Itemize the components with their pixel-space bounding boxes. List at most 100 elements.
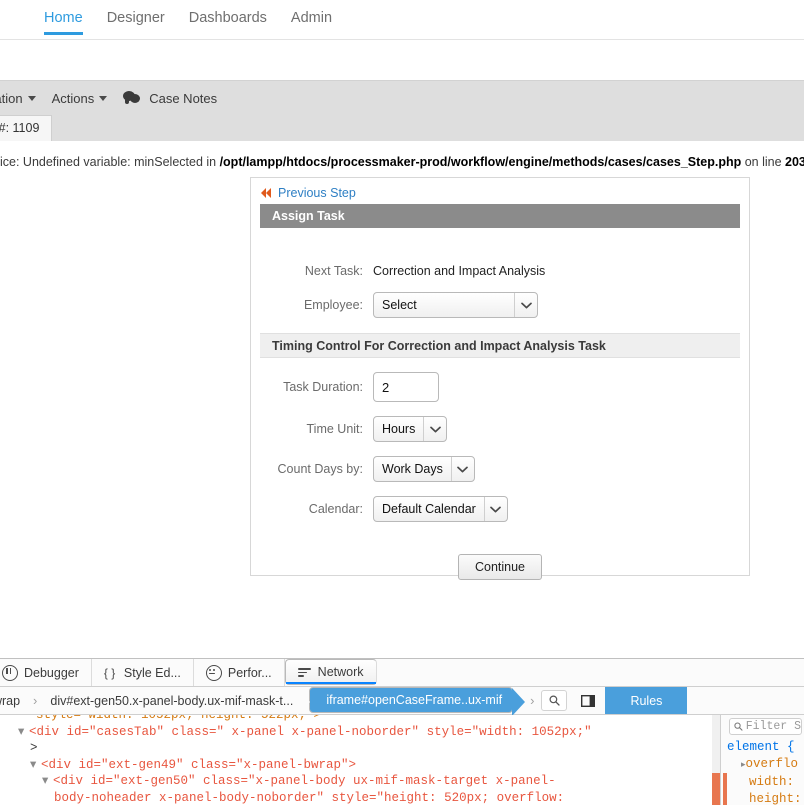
twisty-icon[interactable]: ▾	[30, 757, 41, 774]
rules-declaration[interactable]: width:	[727, 774, 804, 791]
devtools-rules-tab[interactable]: Rules	[605, 687, 687, 714]
case-notes-label: Case Notes	[149, 91, 217, 106]
chevron-down-icon	[484, 497, 507, 521]
assign-task-panel: Previous Step Assign Task Next Task: Cor…	[250, 177, 750, 576]
devtools-split-panel-toggle[interactable]	[575, 690, 601, 711]
markup-line: body-noheader x-panel-body-noborder" sty…	[6, 790, 720, 805]
chevron-down-icon	[28, 96, 36, 101]
markup-line: ▾<div id="ext-gen50" class="x-panel-body…	[6, 773, 720, 790]
continue-button[interactable]: Continue	[458, 554, 542, 580]
markup-line-text: body-noheader x-panel-body-noborder" sty…	[54, 791, 564, 805]
markup-line: ▾<div id="ext-gen49" class="x-panel-bwra…	[6, 757, 720, 774]
devtools-panel: Debugger { } Style Ed... Perfor... Netwo…	[0, 658, 804, 804]
chevron-down-icon	[423, 417, 446, 441]
rules-filter-placeholder: Filter S	[746, 720, 801, 733]
calendar-label: Calendar:	[263, 502, 373, 516]
devtools-tab-style-editor[interactable]: { } Style Ed...	[92, 659, 194, 686]
breadcrumb-separator-icon: ›	[30, 687, 40, 714]
markup-line-text: >	[30, 741, 38, 755]
nav-item-home[interactable]: Home	[32, 0, 95, 35]
devtools-tab-debugger[interactable]: Debugger	[0, 659, 92, 686]
calendar-row: Calendar: Default Calendar	[251, 496, 749, 522]
count-days-label: Count Days by:	[263, 462, 373, 476]
markup-line-text: <div id="ext-gen49" class="x-panel-bwrap…	[41, 758, 356, 772]
pause-icon	[2, 665, 18, 681]
rules-property-height: height:	[749, 792, 802, 805]
case-tab[interactable]: ase #: 1109	[0, 115, 52, 141]
count-days-select-value: Work Days	[374, 462, 451, 476]
assign-task-header: Assign Task	[260, 204, 740, 228]
chevron-down-icon	[514, 293, 537, 317]
breadcrumb-item-bwrap[interactable]: bwrap	[0, 687, 30, 714]
markup-line: style="width: 1052px; height: 522px;">	[6, 715, 720, 724]
markup-line-text: style="width: 1052px; height: 522px;">	[36, 715, 321, 722]
search-icon	[549, 695, 560, 706]
calendar-select-value: Default Calendar	[374, 502, 484, 516]
devtools-search-button[interactable]	[541, 690, 567, 711]
employee-select[interactable]: Select	[373, 292, 538, 318]
previous-step-link[interactable]: Previous Step	[251, 178, 749, 204]
notice-prefix: ice: Undefined variable: minSelected in	[0, 155, 220, 169]
nav-item-admin-label: Admin	[291, 10, 332, 26]
employee-select-value: Select	[374, 298, 514, 312]
devtools-tab-network-label: Network	[318, 665, 364, 679]
actions-menu[interactable]: Actions	[52, 91, 108, 106]
devtools-tab-debugger-label: Debugger	[24, 666, 79, 680]
case-tab-strip: ase #: 1109	[0, 115, 804, 141]
rules-declaration[interactable]: ▸overflo	[727, 756, 804, 774]
next-task-value: Correction and Impact Analysis	[373, 264, 545, 278]
calendar-select[interactable]: Default Calendar	[373, 496, 508, 522]
panel-toggle-icon	[581, 695, 595, 707]
twisty-icon[interactable]: ▾	[42, 773, 53, 790]
markup-line: >	[6, 740, 720, 757]
markup-line-text: <div id="ext-gen50" class="x-panel-body …	[53, 774, 556, 788]
rules-property-overflow: overflo	[746, 757, 799, 771]
case-notes-button[interactable]: Case Notes	[123, 91, 217, 106]
devtools-tab-performance-label: Perfor...	[228, 666, 272, 680]
devtools-breadcrumb-bar: bwrap › div#ext-gen50.x-panel-body.ux-mi…	[0, 687, 804, 715]
rules-declaration[interactable]: height:	[727, 791, 804, 805]
breadcrumb-next-icon[interactable]: ›	[527, 687, 537, 714]
markup-scrollbar[interactable]	[712, 715, 720, 805]
information-menu-label: ormation	[0, 91, 23, 106]
task-duration-row: Task Duration:	[251, 372, 749, 402]
braces-icon: { }	[104, 666, 118, 680]
nav-item-admin[interactable]: Admin	[279, 0, 344, 35]
information-menu[interactable]: ormation	[0, 91, 36, 106]
nav-item-designer[interactable]: Designer	[95, 0, 177, 35]
breadcrumb-item-panel-body[interactable]: div#ext-gen50.x-panel-body.ux-mif-mask-t…	[40, 687, 303, 714]
search-icon	[734, 722, 743, 731]
php-notice-message: ice: Undefined variable: minSelected in …	[0, 155, 804, 169]
page-root: Home Designer Dashboards Admin ormation …	[0, 0, 804, 804]
rules-view: Filter S element { ▸overflo width: heigh…	[720, 715, 804, 805]
previous-step-label: Previous Step	[278, 186, 356, 200]
chevron-down-icon	[451, 457, 474, 481]
count-days-select[interactable]: Work Days	[373, 456, 475, 482]
devtools-tab-network[interactable]: Network	[285, 659, 377, 685]
rules-filter-input[interactable]: Filter S	[729, 718, 802, 735]
markup-view[interactable]: style="width: 1052px; height: 522px;"> ▾…	[0, 715, 720, 805]
nav-item-home-label: Home	[44, 10, 83, 26]
twisty-icon[interactable]: ▾	[18, 724, 29, 741]
rules-property-width: width:	[749, 775, 794, 789]
count-days-row: Count Days by: Work Days	[251, 456, 749, 482]
notice-file-path: /opt/lampp/htdocs/processmaker-prod/work…	[220, 155, 742, 169]
devtools-tab-performance[interactable]: Perfor...	[194, 659, 285, 686]
employee-row: Employee: Select	[251, 292, 749, 318]
actions-menu-label: Actions	[52, 91, 95, 106]
task-duration-input[interactable]	[373, 372, 439, 402]
markup-line: ▾<div id="casesTab" class=" x-panel x-pa…	[6, 724, 720, 741]
network-icon	[298, 665, 312, 679]
notice-line-number: 2030	[785, 155, 804, 169]
rules-css-block: element { ▸overflo width: height: }	[723, 739, 804, 805]
devtools-tab-bar: Debugger { } Style Ed... Perfor... Netwo…	[0, 659, 804, 687]
time-unit-select-value: Hours	[374, 422, 423, 436]
time-unit-select[interactable]: Hours	[373, 416, 447, 442]
nav-item-dashboards[interactable]: Dashboards	[177, 0, 279, 35]
devtools-body: style="width: 1052px; height: 522px;"> ▾…	[0, 715, 804, 805]
rules-selector: element {	[727, 739, 804, 756]
employee-label: Employee:	[263, 298, 373, 312]
markup-line-text: <div id="casesTab" class=" x-panel x-pan…	[29, 725, 592, 739]
breadcrumb-item-iframe[interactable]: iframe#openCaseFrame..ux-mif	[309, 687, 513, 713]
rewind-icon	[261, 188, 272, 198]
